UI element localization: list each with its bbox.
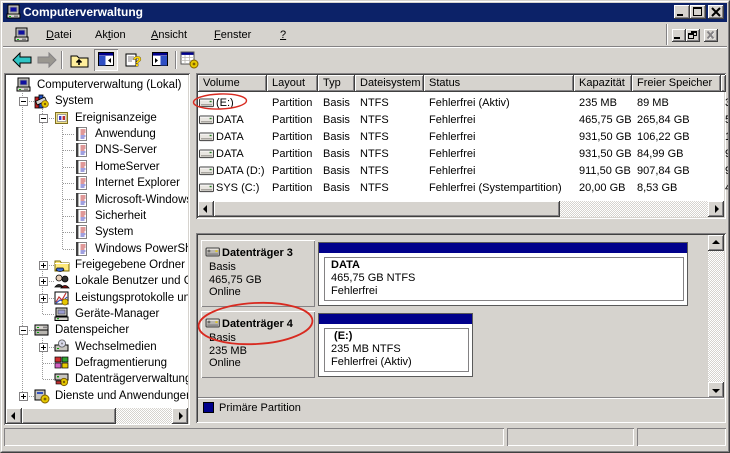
svg-text:?: ? [133, 53, 142, 69]
